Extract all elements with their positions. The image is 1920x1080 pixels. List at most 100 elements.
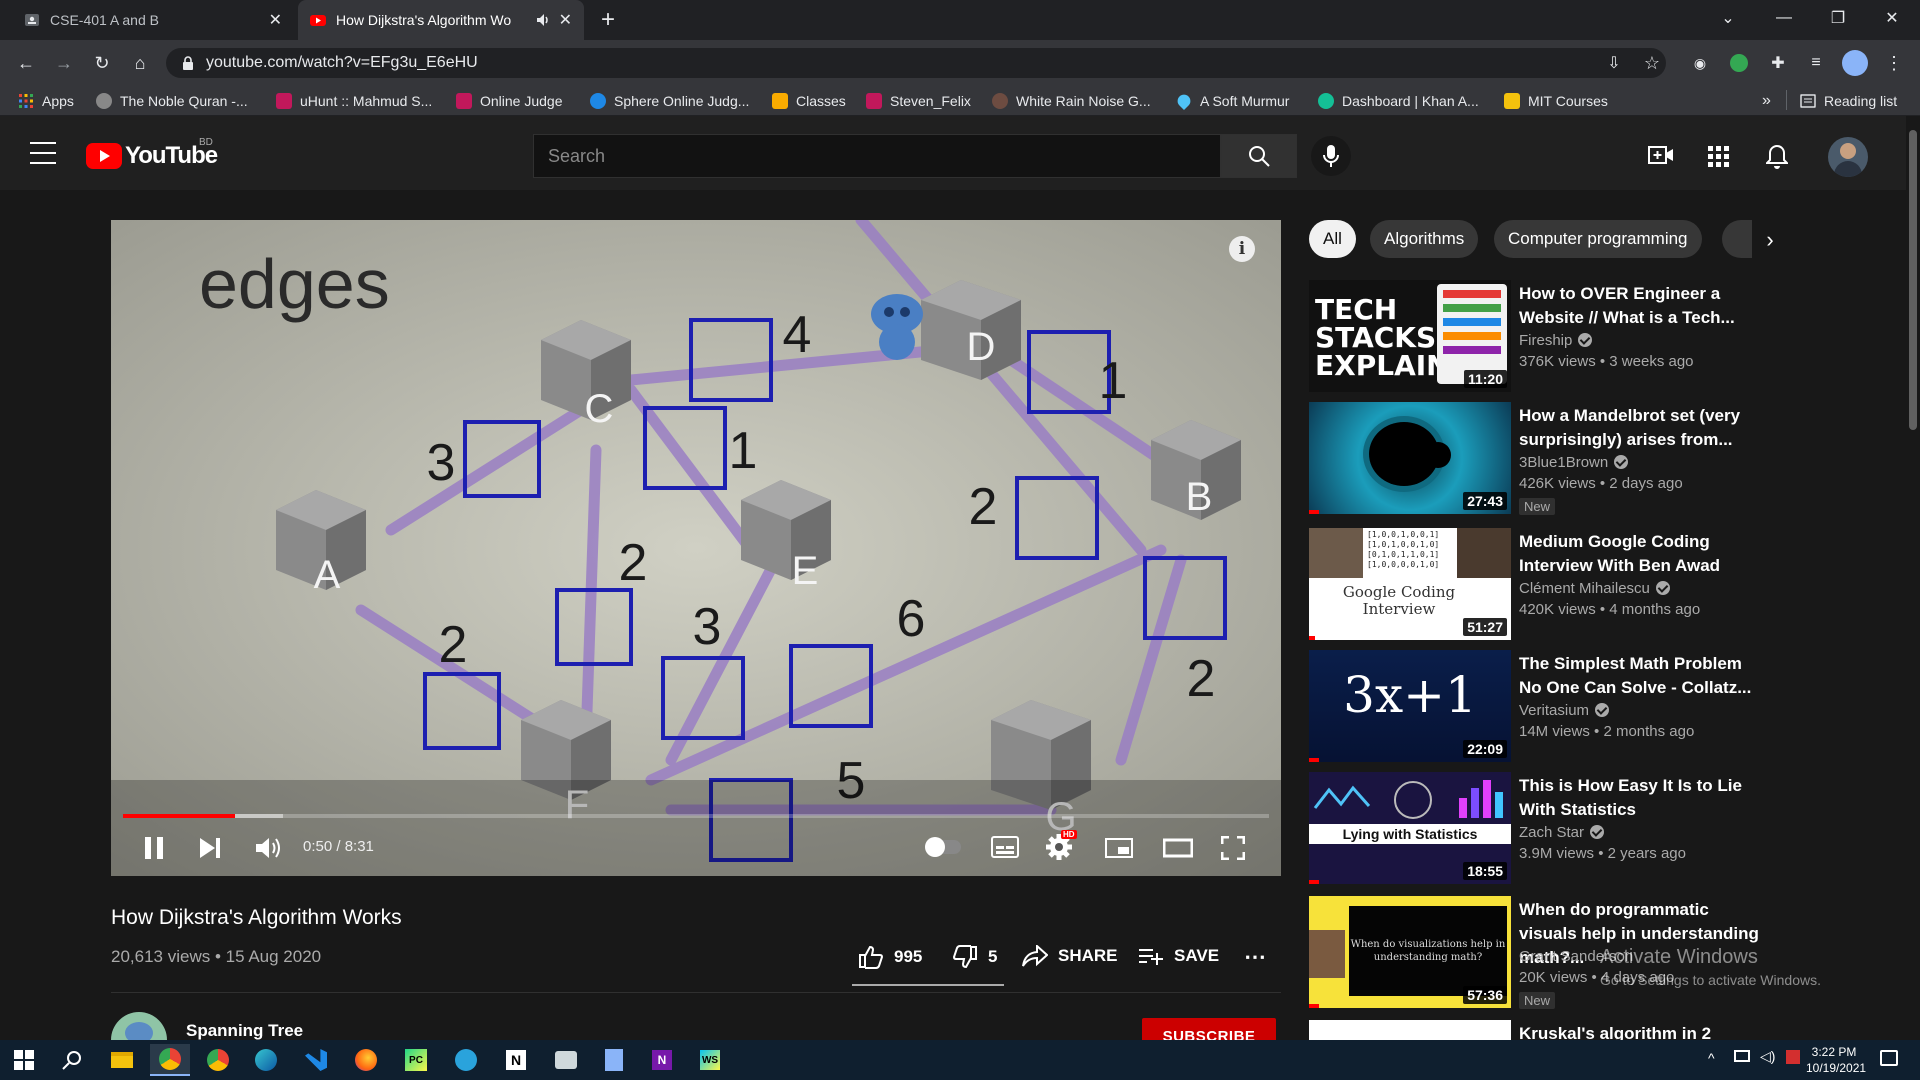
home-icon[interactable]: ⌂: [124, 48, 156, 78]
taskbar-search-icon[interactable]: [62, 1050, 82, 1070]
recommendation-item[interactable]: [1,0,0,1,0,0,1] [1,0,1,0,0,1,0] [0,1,0,1,1…: [1309, 528, 1899, 640]
chip-algorithms[interactable]: Algorithms: [1370, 220, 1479, 258]
profile-avatar-icon[interactable]: [1842, 50, 1868, 76]
recommendation-item[interactable]: 27:43 How a Mandelbrot set (very surpris…: [1309, 402, 1899, 515]
rec-title[interactable]: This is How Easy It Is to Lie With Stati…: [1519, 774, 1759, 822]
bookmark-classes[interactable]: Classes: [772, 88, 846, 114]
recommendation-item[interactable]: TECH STACKS EXPLAINED 11:20 How to OVER …: [1309, 280, 1899, 392]
share-button[interactable]: SHARE: [1022, 945, 1118, 967]
youtube-logo[interactable]: YouTube: [86, 142, 218, 170]
rec-title[interactable]: Medium Google Coding Interview With Ben …: [1519, 530, 1759, 578]
rec-title[interactable]: How a Mandelbrot set (very surprisingly)…: [1519, 404, 1759, 452]
vscode-taskbar-icon[interactable]: [296, 1044, 336, 1076]
more-actions-icon[interactable]: ⋯: [1244, 944, 1267, 970]
firefox-taskbar-icon[interactable]: [346, 1044, 386, 1076]
chrome-menu-icon[interactable]: ⋮: [1878, 48, 1910, 78]
rec-channel[interactable]: Veritasium: [1519, 702, 1610, 719]
theater-mode-icon[interactable]: [1163, 838, 1193, 858]
recommendation-item[interactable]: 3x+1 22:09 The Simplest Math Problem No …: [1309, 650, 1899, 762]
miniplayer-icon[interactable]: [1105, 838, 1133, 858]
bookmark-steven-felix[interactable]: Steven_Felix: [866, 88, 971, 114]
rec-channel[interactable]: Clément Mihailescu: [1519, 580, 1670, 597]
dislike-button[interactable]: 5: [952, 945, 997, 969]
file-explorer-icon[interactable]: [102, 1044, 142, 1076]
calculator-taskbar-icon[interactable]: [594, 1044, 634, 1076]
tab-youtube-video[interactable]: How Dijkstra's Algorithm Wo ✕: [298, 0, 584, 40]
notifications-bell-icon[interactable]: [1766, 144, 1788, 170]
telegram-taskbar-icon[interactable]: [446, 1044, 486, 1076]
reload-icon[interactable]: ↻: [86, 48, 118, 78]
subtitles-icon[interactable]: [991, 836, 1019, 858]
create-video-icon[interactable]: [1648, 144, 1674, 166]
close-tab-icon[interactable]: ✕: [559, 10, 572, 30]
thumbnail[interactable]: TECH STACKS EXPLAINED 11:20: [1309, 280, 1511, 392]
info-card-icon[interactable]: i: [1229, 236, 1255, 262]
new-tab-button[interactable]: +: [594, 6, 622, 34]
recommendation-item[interactable]: Kruskal's algorithm in 2: [1309, 1020, 1899, 1040]
edge-taskbar-icon[interactable]: [246, 1044, 286, 1076]
bookmark-spoj[interactable]: Sphere Online Judg...: [590, 88, 749, 114]
chips-next-chevron-icon[interactable]: ›: [1752, 222, 1788, 258]
more-bookmarks-chevron[interactable]: »: [1762, 88, 1771, 114]
pause-icon[interactable]: [143, 836, 165, 860]
audio-playing-icon[interactable]: [535, 12, 551, 28]
speaker-icon[interactable]: ◁): [1760, 1048, 1775, 1065]
restore-button[interactable]: ❐: [1810, 0, 1866, 36]
forward-arrow-icon[interactable]: →: [48, 48, 80, 78]
video-player[interactable]: A B C D E F G 3 4 1 1 2 2 2 3 6 2 5 edge…: [111, 220, 1281, 876]
chip-computer-programming[interactable]: Computer programming: [1494, 220, 1702, 258]
bookmark-mit-courses[interactable]: MIT Courses: [1504, 88, 1608, 114]
minimize-button[interactable]: —: [1756, 0, 1812, 36]
chrome-taskbar-icon[interactable]: [150, 1044, 190, 1076]
channel-name[interactable]: Spanning Tree: [186, 1021, 303, 1041]
onenote-taskbar-icon[interactable]: N: [642, 1044, 682, 1076]
media-control-icon[interactable]: ≡: [1800, 48, 1832, 78]
tab-cse-401[interactable]: CSE-401 A and B ✕: [12, 0, 294, 40]
pycharm-taskbar-icon[interactable]: PC: [396, 1044, 436, 1076]
thumbnail[interactable]: 27:43: [1309, 402, 1511, 514]
page-scrollbar[interactable]: [1906, 116, 1920, 1040]
recommendation-item[interactable]: Lying with Statistics 18:55 This is How …: [1309, 772, 1899, 884]
bookmark-soft-murmur[interactable]: A Soft Murmur: [1174, 88, 1289, 114]
bookmark-uhunt[interactable]: uHunt :: Mahmud S...: [276, 88, 432, 114]
chrome-profile-taskbar-icon[interactable]: [198, 1044, 238, 1076]
thumbnail[interactable]: Lying with Statistics 18:55: [1309, 772, 1511, 884]
apps-grid-icon[interactable]: [1708, 146, 1730, 168]
thumbnail[interactable]: [1309, 1020, 1511, 1040]
chip-all[interactable]: All: [1309, 220, 1356, 258]
bookmark-star-icon[interactable]: ☆: [1636, 48, 1668, 78]
like-button[interactable]: 995: [858, 945, 922, 969]
windows-start-icon[interactable]: [14, 1050, 34, 1070]
extension-plus-icon[interactable]: [1730, 54, 1748, 72]
notification-center-icon[interactable]: [1880, 1050, 1898, 1066]
rec-title[interactable]: The Simplest Math Problem No One Can Sol…: [1519, 652, 1759, 700]
bookmark-white-rain[interactable]: White Rain Noise G...: [992, 88, 1151, 114]
rec-title[interactable]: How to OVER Engineer a Website // What i…: [1519, 282, 1759, 330]
rec-channel[interactable]: 3Blue1Brown: [1519, 454, 1629, 471]
hamburger-menu-icon[interactable]: [30, 142, 56, 164]
install-app-icon[interactable]: ⇩: [1598, 48, 1630, 78]
taskbar-clock[interactable]: 3:22 PM 10/19/2021: [1806, 1044, 1866, 1076]
scrollbar-thumb[interactable]: [1909, 130, 1917, 430]
bookmark-noble-quran[interactable]: The Noble Quran -...: [96, 88, 248, 114]
extensions-puzzle-icon[interactable]: ✚: [1762, 48, 1794, 78]
language-flag-icon[interactable]: [1786, 1050, 1800, 1064]
lock-icon[interactable]: [182, 56, 194, 70]
back-arrow-icon[interactable]: ←: [10, 48, 42, 78]
account-avatar[interactable]: [1828, 137, 1868, 177]
thumbnail[interactable]: 3x+1 22:09: [1309, 650, 1511, 762]
save-button[interactable]: SAVE: [1138, 945, 1219, 967]
next-video-icon[interactable]: [199, 838, 221, 858]
autoplay-toggle[interactable]: [925, 837, 961, 857]
extension-glasses-icon[interactable]: ◉: [1684, 48, 1716, 78]
address-bar[interactable]: youtube.com/watch?v=EFg3u_E6eHU: [166, 48, 1666, 78]
volume-icon[interactable]: [255, 836, 283, 860]
tab-search-chevron-icon[interactable]: ⌄: [1700, 0, 1756, 36]
reading-list-button[interactable]: Reading list: [1800, 88, 1897, 114]
fullscreen-icon[interactable]: [1221, 836, 1245, 860]
settings-gear-icon[interactable]: HD: [1045, 830, 1077, 862]
webstorm-taskbar-icon[interactable]: WS: [690, 1044, 730, 1076]
close-tab-icon[interactable]: ✕: [269, 10, 282, 30]
search-input[interactable]: Search: [533, 134, 1221, 178]
progress-bar[interactable]: [123, 814, 1269, 818]
